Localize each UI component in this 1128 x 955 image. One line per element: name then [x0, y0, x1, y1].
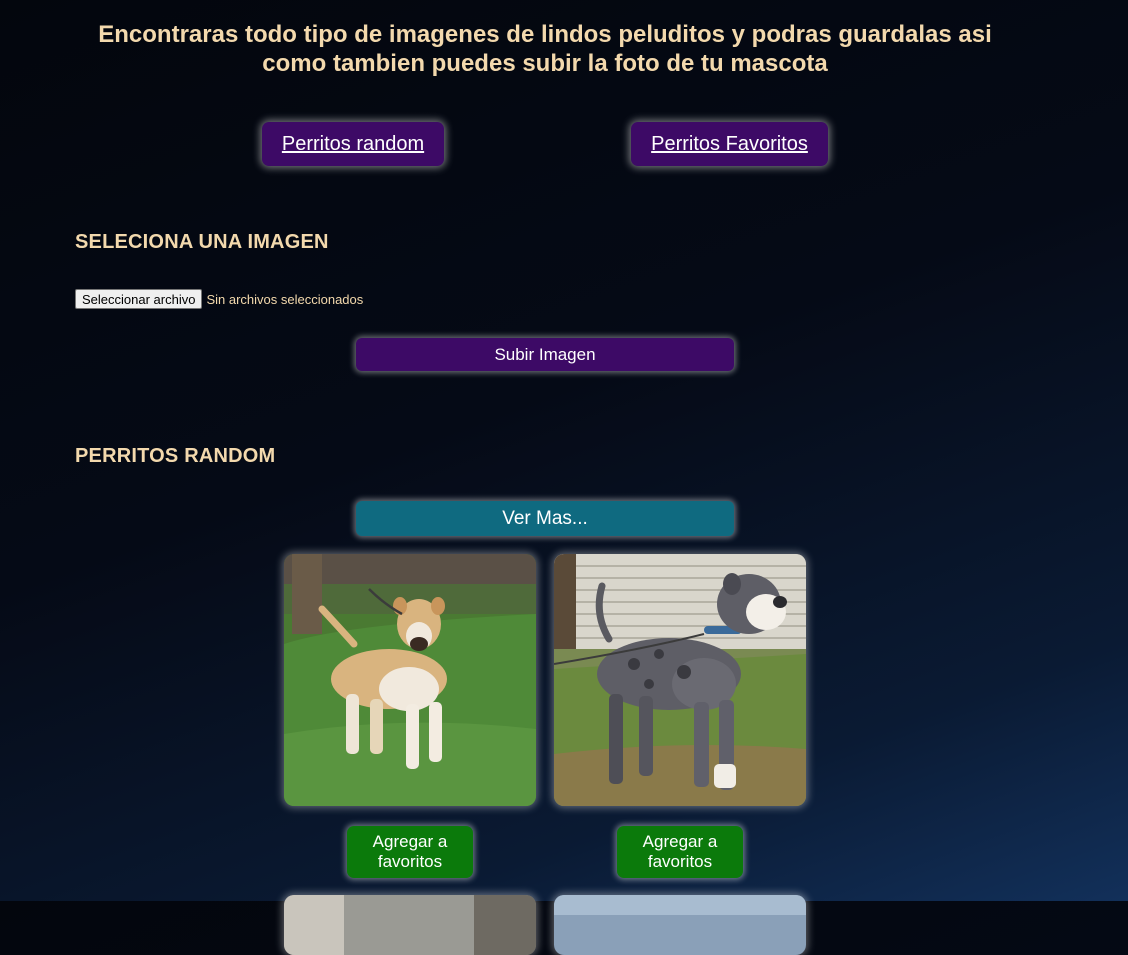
dog-photo-2 [554, 554, 806, 806]
upload-section-title: SELECIONA UNA IMAGEN [75, 231, 329, 253]
dog-photo-1 [284, 554, 536, 806]
dog-image-3 [284, 895, 536, 955]
dog-image-1 [284, 554, 536, 806]
page-header: Encontraras todo tipo de imagenes de lin… [98, 21, 992, 77]
dog-photo-4 [554, 895, 806, 955]
add-to-favorites-button-1[interactable]: Agregar a favoritos [347, 826, 473, 878]
see-more-button[interactable]: Ver Mas... [356, 501, 734, 536]
file-select-button[interactable]: Seleccionar archivo [75, 289, 203, 309]
dog-image-2 [554, 554, 806, 806]
nav-link-perritos-favoritos[interactable]: Perritos Favoritos [631, 122, 828, 166]
dog-photo-3 [284, 895, 536, 955]
upload-image-button[interactable]: Subir Imagen [356, 338, 734, 371]
file-status-text: Sin archivos seleccionados [206, 291, 364, 307]
random-section-title: PERRITOS RANDOM [75, 445, 276, 467]
dog-image-4 [554, 895, 806, 955]
file-input[interactable]: Seleccionar archivo Sin archivos selecci… [75, 289, 363, 309]
nav-link-perritos-random[interactable]: Perritos random [262, 122, 444, 166]
add-to-favorites-button-2[interactable]: Agregar a favoritos [617, 826, 743, 878]
